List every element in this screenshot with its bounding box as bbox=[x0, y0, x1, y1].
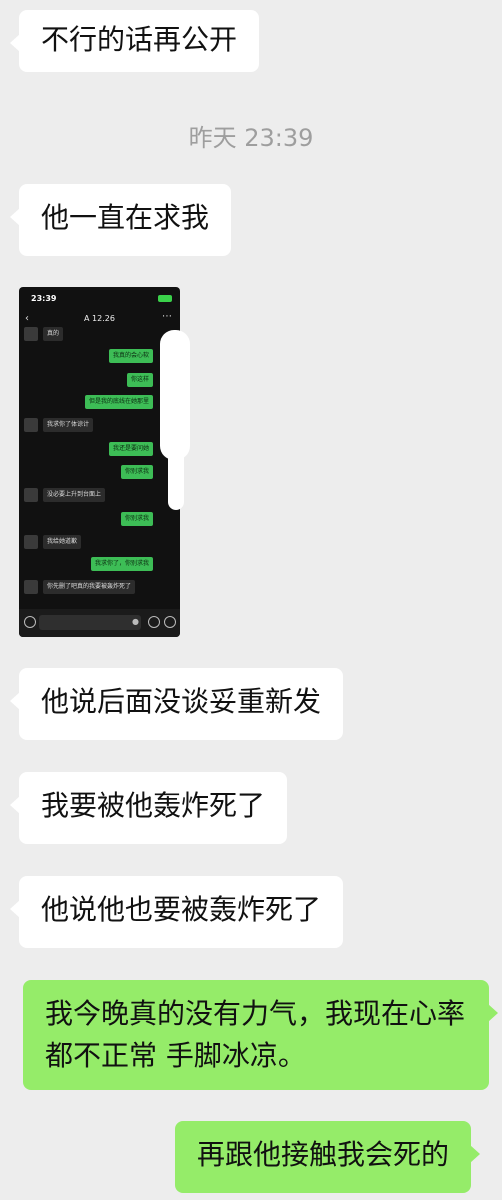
message-text: 我要被他轰炸死了 bbox=[41, 789, 266, 822]
embedded-message: 你别求我 bbox=[120, 465, 153, 479]
avatar bbox=[24, 488, 38, 502]
embedded-message: 我给她道歉 bbox=[43, 535, 82, 549]
message-bubble-incoming[interactable]: 不行的话再公开 bbox=[9, 10, 260, 72]
message-text: 不行的话再公开 bbox=[41, 23, 238, 56]
avatar bbox=[24, 535, 38, 549]
mic-icon: ● bbox=[132, 617, 139, 626]
message-text: 他说他也要被轰炸死了 bbox=[41, 893, 322, 926]
timestamp: 昨天 23:39 bbox=[188, 124, 314, 152]
message-bubble-incoming[interactable]: 他说他也要被轰炸死了 bbox=[9, 876, 344, 948]
embedded-message: 我求你了，你别求我 bbox=[90, 557, 153, 571]
embedded-message: 但是我的底线在她那里 bbox=[84, 395, 153, 409]
embedded-chat-title: A 12.26 bbox=[84, 314, 115, 323]
message-bubble-incoming[interactable]: 我要被他轰炸死了 bbox=[9, 772, 288, 844]
embedded-message: 你先删了吧真的我要被轰炸死了 bbox=[43, 580, 136, 594]
embedded-status-time: 23:39 bbox=[31, 294, 57, 303]
embedded-message: 你别求我 bbox=[120, 512, 153, 526]
emoji-icon bbox=[148, 616, 160, 628]
message-text: 他说后面没谈妥重新发 bbox=[41, 685, 322, 718]
avatar bbox=[24, 327, 38, 341]
battery-icon bbox=[158, 294, 172, 302]
image-message[interactable]: 23:39 ‹ A 12.26 ⋯ 真的 我真的会心软 你这样 但是我的底线在她… bbox=[19, 287, 180, 637]
embedded-message: 没必要上升到台面上 bbox=[43, 488, 106, 502]
voice-icon bbox=[24, 616, 36, 628]
message-bubble-incoming[interactable]: 他一直在求我 bbox=[9, 184, 232, 256]
embedded-message: 我还是要问她 bbox=[108, 442, 153, 456]
message-bubble-outgoing[interactable]: 我今晚真的没有力气，我现在心率都不正常 手脚冰凉。 bbox=[23, 980, 498, 1090]
plus-icon bbox=[164, 616, 176, 628]
more-icon: ⋯ bbox=[162, 311, 172, 322]
avatar bbox=[24, 418, 38, 432]
embedded-input-field bbox=[39, 615, 141, 630]
message-text: 我今晚真的没有力气，我现在心率都不正常 手脚冰凉。 bbox=[45, 997, 466, 1072]
embedded-input-bar: ● bbox=[19, 609, 180, 637]
message-text: 他一直在求我 bbox=[41, 201, 210, 234]
embedded-message: 真的 bbox=[43, 327, 64, 341]
message-bubble-outgoing[interactable]: 再跟他接触我会死的 bbox=[175, 1121, 481, 1193]
redaction-scribble bbox=[168, 440, 184, 510]
avatar bbox=[24, 580, 38, 594]
message-text: 再跟他接触我会死的 bbox=[197, 1138, 450, 1171]
message-bubble-incoming[interactable]: 他说后面没谈妥重新发 bbox=[9, 668, 344, 740]
embedded-message: 我求你了体谅计 bbox=[43, 418, 94, 432]
embedded-message: 我真的会心软 bbox=[108, 349, 153, 363]
embedded-message: 你这样 bbox=[126, 373, 153, 387]
embedded-status-icons bbox=[158, 294, 172, 302]
